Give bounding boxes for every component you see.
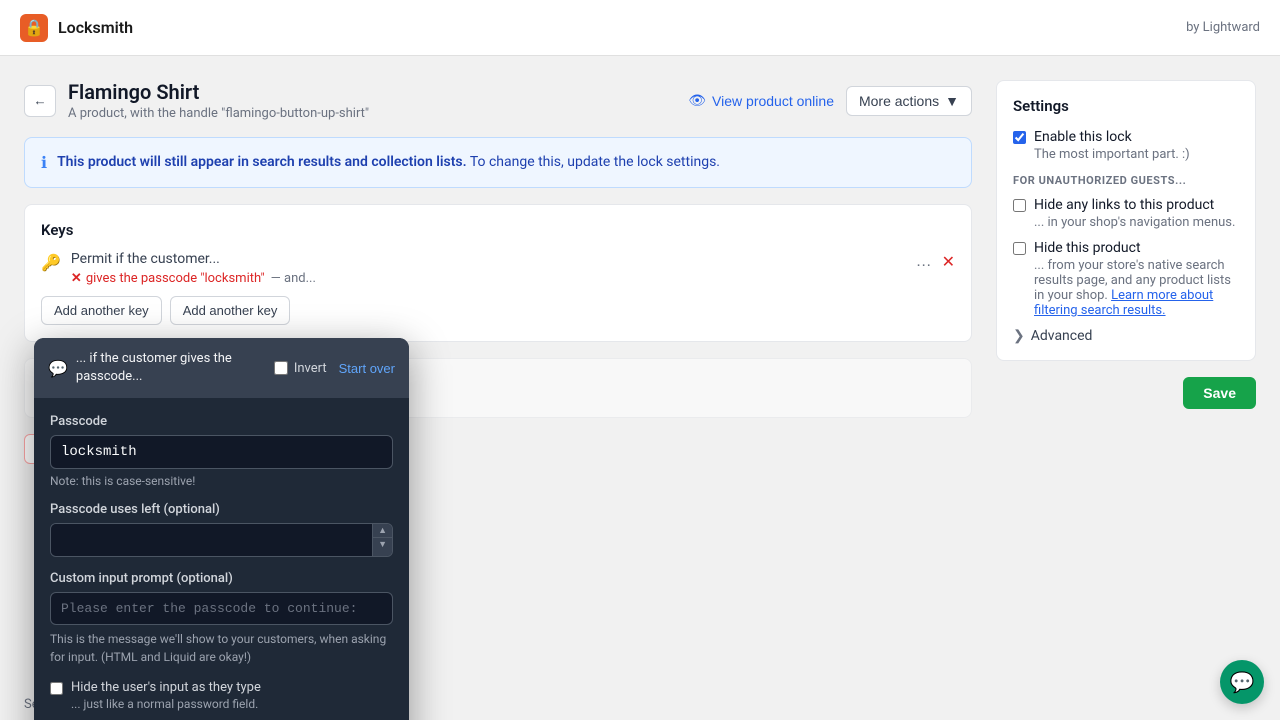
hide-input-sub: ... just like a normal password field. — [71, 697, 261, 711]
passcode-label: Passcode — [50, 414, 393, 429]
advanced-row[interactable]: ❯ Advanced — [1013, 328, 1239, 344]
hide-links-checkbox[interactable] — [1013, 199, 1026, 212]
robot-icon: 💬 — [48, 359, 68, 378]
app-logo: 🔒 — [20, 14, 48, 42]
key-icon: 🔑 — [41, 253, 61, 272]
page-header-left: ← Flamingo Shirt A product, with the han… — [24, 80, 369, 121]
enable-lock-row: Enable this lock The most important part… — [1013, 129, 1239, 162]
info-text: This product will still appear in search… — [57, 152, 720, 173]
stepper-down-button[interactable]: ▼ — [373, 538, 392, 551]
hide-input-label: Hide the user's input as they type — [71, 680, 261, 695]
stepper: ▲ ▼ — [372, 524, 392, 556]
page-title: Flamingo Shirt — [68, 80, 369, 104]
eye-icon: 👁 — [688, 92, 706, 109]
chat-icon: 💬 — [1230, 670, 1255, 694]
chat-button[interactable]: 💬 — [1220, 660, 1264, 704]
page-actions: 👁 View product online More actions ▼ — [688, 86, 972, 116]
popup-body: Passcode Note: this is case-sensitive! P… — [34, 398, 409, 720]
hide-links-row: Hide any links to this product ... in yo… — [1013, 197, 1239, 230]
navbar-left: 🔒 Locksmith — [20, 14, 133, 42]
page-title-block: Flamingo Shirt A product, with the handl… — [68, 80, 369, 121]
back-button[interactable]: ← — [24, 85, 56, 117]
hide-product-checkbox[interactable] — [1013, 242, 1026, 255]
uses-left-input[interactable] — [51, 524, 372, 556]
popup-header-right: Invert Start over — [274, 361, 395, 376]
hide-input-label-block: Hide the user's input as they type ... j… — [71, 680, 261, 711]
popup-header: 💬 ... if the customer gives the passcode… — [34, 338, 409, 398]
key-content: Permit if the customer... ✕ gives the pa… — [71, 251, 902, 286]
hide-product-label: Hide this product — [1034, 240, 1239, 256]
hide-product-content: Hide this product ... from your store's … — [1034, 240, 1239, 318]
hide-input-row: Hide the user's input as they type ... j… — [50, 680, 393, 711]
hide-links-label: Hide any links to this product — [1034, 197, 1235, 213]
advanced-label: Advanced — [1031, 328, 1093, 344]
settings-title: Settings — [1013, 97, 1239, 115]
chevron-down-icon: ▼ — [945, 93, 959, 109]
popup-condition-text: ... if the customer gives the passcode..… — [76, 350, 232, 386]
hide-product-row: Hide this product ... from your store's … — [1013, 240, 1239, 318]
save-button[interactable]: Save — [1183, 377, 1256, 409]
enable-lock-label: Enable this lock — [1034, 129, 1190, 145]
enable-lock-checkbox[interactable] — [1013, 131, 1026, 144]
hide-product-sub: ... from your store's native search resu… — [1034, 258, 1239, 318]
add-another-key-button[interactable]: Add another key — [41, 296, 162, 325]
left-column: ← Flamingo Shirt A product, with the han… — [24, 80, 972, 696]
prompt-input[interactable] — [50, 592, 393, 625]
more-actions-button[interactable]: More actions ▼ — [846, 86, 972, 116]
key-detail: ✕ gives the passcode "locksmith" — and..… — [71, 271, 902, 286]
page-header: ← Flamingo Shirt A product, with the han… — [24, 80, 972, 121]
key-condition: Permit if the customer... — [71, 251, 902, 267]
key-detail-text: gives the passcode "locksmith" — [86, 271, 265, 286]
key-and: — and... — [271, 271, 316, 286]
info-banner: ℹ This product will still appear in sear… — [24, 137, 972, 188]
hide-links-sub: ... in your shop's navigation menus. — [1034, 215, 1235, 230]
uses-left-wrapper: ▲ ▼ — [50, 523, 393, 557]
prompt-help: This is the message we'll show to your c… — [50, 630, 393, 666]
passcode-input[interactable] — [50, 435, 393, 469]
start-over-button[interactable]: Start over — [339, 361, 395, 376]
chevron-right-icon: ❯ — [1013, 328, 1025, 344]
settings-card: Settings Enable this lock The most impor… — [996, 80, 1256, 361]
enable-lock-sub: The most important part. :) — [1034, 147, 1190, 162]
key-badge-x-icon: ✕ — [71, 271, 82, 286]
key-menu-button[interactable]: … — [912, 251, 936, 273]
brand-label: by Lightward — [1186, 20, 1260, 35]
main-content: ← Flamingo Shirt A product, with the han… — [0, 56, 1280, 720]
unauthorized-divider: FOR UNAUTHORIZED GUESTS... — [1013, 174, 1239, 187]
hide-input-checkbox[interactable] — [50, 682, 63, 695]
keys-title: Keys — [41, 221, 955, 239]
key-badge: ✕ gives the passcode "locksmith" — [71, 271, 265, 286]
more-actions-label: More actions — [859, 93, 939, 109]
uses-left-label: Passcode uses left (optional) — [50, 502, 393, 517]
key-buttons: Add another key Add another key — [41, 296, 955, 325]
key-row: 🔑 Permit if the customer... ✕ gives the … — [41, 251, 955, 286]
popup-header-left: 💬 ... if the customer gives the passcode… — [48, 350, 232, 386]
popup-invert-row: Invert — [274, 361, 327, 376]
save-row: Save — [996, 377, 1256, 409]
app-name: Locksmith — [58, 18, 133, 37]
prompt-label: Custom input prompt (optional) — [50, 571, 393, 586]
key-delete-button[interactable]: ✕ — [942, 252, 955, 272]
enable-lock-content: Enable this lock The most important part… — [1034, 129, 1190, 162]
hide-links-content: Hide any links to this product ... in yo… — [1034, 197, 1235, 230]
passcode-popup[interactable]: 💬 ... if the customer gives the passcode… — [34, 338, 409, 720]
navbar: 🔒 Locksmith by Lightward — [0, 0, 1280, 56]
page-subtitle: A product, with the handle "flamingo-but… — [68, 106, 369, 121]
passcode-hint: Note: this is case-sensitive! — [50, 474, 393, 488]
invert-label: Invert — [294, 361, 327, 376]
invert-checkbox[interactable] — [274, 361, 288, 375]
keys-card: Keys 🔑 Permit if the customer... ✕ gives… — [24, 204, 972, 342]
view-product-button[interactable]: 👁 View product online — [688, 92, 834, 109]
another-key-button[interactable]: Add another key — [170, 296, 291, 325]
stepper-up-button[interactable]: ▲ — [373, 524, 392, 538]
info-rest: To change this, update the lock settings… — [470, 154, 720, 170]
right-column: Settings Enable this lock The most impor… — [996, 80, 1256, 696]
info-icon: ℹ — [41, 153, 47, 172]
key-actions: … ✕ — [912, 251, 955, 273]
info-bold: This product will still appear in search… — [57, 154, 467, 170]
